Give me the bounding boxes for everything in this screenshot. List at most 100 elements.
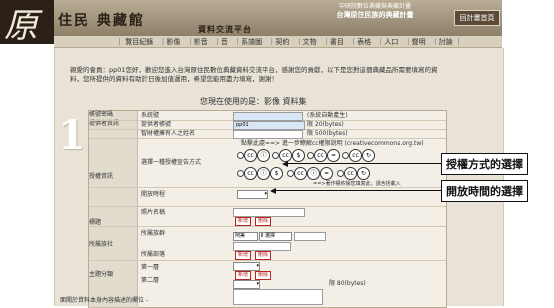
license-radio-3[interactable] (307, 152, 314, 159)
cc-attribution-icon: ⓘ (307, 167, 320, 180)
nav-item-contract[interactable]: ｜契約 (268, 38, 289, 46)
cc-noncommercial-icon: $ (292, 149, 305, 162)
cat-account-label: 帳號密碼 (89, 111, 114, 118)
add-title-button[interactable]: 新增 (235, 217, 252, 226)
site-logo[interactable]: 原 (0, 0, 54, 46)
home-button[interactable]: 回計畫首頁 (454, 10, 500, 26)
callout-open-time: 開放時間的選擇 (441, 180, 528, 202)
topic-limit-note: 限 80(bytes) (329, 280, 366, 287)
label-photo-name: 照片名稱 (141, 209, 166, 216)
label-provider-account: 提供者帳號 (141, 121, 172, 128)
delete-topic-button[interactable]: 刪除 (255, 271, 272, 280)
cc-noderivs-icon: = (320, 167, 333, 180)
row-divider (89, 226, 446, 227)
nav-item-video[interactable]: ｜影音 (187, 38, 208, 46)
label-tribe: 所屬族群 (141, 230, 166, 237)
license-radio-7[interactable] (337, 170, 344, 177)
site-name: 住民 典藏館 (58, 13, 145, 29)
open-time-select[interactable]: ▾ (237, 190, 268, 199)
cc-attribution-icon: ⓘ (257, 167, 270, 180)
delete-tribe-button[interactable]: 刪除 (255, 251, 272, 260)
cc-noncommercial-icon: $ (270, 167, 283, 180)
institution-name: 中研院數位典藏與典藏計畫 台灣原住民族的典藏計畫 (300, 3, 450, 19)
logo-character: 原 (4, 6, 38, 46)
nav-item-statement[interactable]: ｜聲明 (405, 38, 426, 46)
cc-attribution-icon: ⓘ (257, 149, 270, 162)
arrow-open-time-line (275, 190, 443, 191)
provider-account-field[interactable]: pp01 (233, 121, 305, 130)
cc-by-nc-nd-icon: cc (294, 167, 307, 180)
nav-item-table[interactable]: ｜表格 (350, 38, 371, 46)
community-select-value: Ⅱ 選擇 (261, 233, 276, 239)
cat-topic-label: 主題分類 (89, 271, 114, 278)
label-cat1: 第一層 (141, 264, 160, 271)
cc-share-alike-icon: ↻ (362, 149, 375, 162)
community-field[interactable] (233, 242, 291, 251)
tribe-select[interactable]: 阿美 (233, 232, 258, 241)
nav-item-browse-records[interactable]: ｜ 覽目紀錄 (116, 38, 153, 46)
license-note: ==>著作權依據您填寫此，請含括載入 (313, 181, 401, 187)
account-limit-note: 限 20(bytes) (307, 121, 344, 128)
label-open-time: 開放時程 (141, 191, 166, 198)
system-note: (系統自動產生) (307, 112, 348, 119)
platform-title: 資料交流平台 (198, 25, 252, 34)
system-id-field (233, 112, 303, 121)
callout-license: 授權方式的選擇 (441, 153, 528, 175)
nav-item-artifact[interactable]: ｜文物 (296, 38, 317, 46)
chevron-down-icon: ▾ (256, 263, 259, 269)
cc-by-icon: cc (244, 149, 257, 162)
cc-by-nc-icon: cc (349, 149, 362, 162)
nav-item-bibliography[interactable]: ｜書目 (323, 38, 344, 46)
tribe-select-value: 阿美 (235, 233, 246, 239)
add-topic-button[interactable]: 新增 (235, 271, 252, 280)
nav-item-audio[interactable]: ｜音 (214, 38, 228, 46)
license-radio-6[interactable] (287, 170, 294, 177)
nav-item-genealogy[interactable]: ｜系譜圖 (234, 38, 262, 46)
community-select[interactable]: Ⅱ 選擇 (259, 232, 292, 241)
label-community: 所屬部落 (141, 251, 166, 258)
cc-share-alike-icon: ↻ (357, 167, 370, 180)
cat2-select[interactable]: ▾ (233, 280, 260, 289)
cat1-select[interactable]: ▾ (233, 262, 260, 271)
current-dataset: 您現在使用的是：影像 資料集 (200, 97, 307, 106)
chevron-down-icon: ▾ (256, 281, 259, 287)
arrow-open-time (270, 188, 276, 194)
topic-text-field[interactable] (233, 289, 323, 305)
owner-name-field[interactable] (233, 130, 303, 139)
delete-title-button[interactable]: 刪除 (255, 217, 272, 226)
cc-by-nd-icon: cc (314, 149, 327, 162)
label-owner-name: 智財權擁有人之姓名 (141, 130, 196, 137)
arrow-license-line (287, 163, 443, 164)
arrow-license (282, 161, 288, 167)
cat-tribe-label: 所屬族社 (89, 241, 114, 248)
cat-provider-label: 提供者資訊 (89, 120, 120, 127)
label-license-choose: 選擇一種授權宣告方式 (141, 159, 202, 166)
footer-note: 面關於資料本身內容描述的欄位 - (60, 297, 149, 304)
cat-tribe: 所屬族社 (89, 230, 138, 261)
cat-license-label: 授權資訊 (89, 173, 114, 180)
upload-form: 帳號密碼 提供者資訊 授權資訊 標題 所屬族社 主題分類 系統號 提供者帳號 智… (88, 110, 447, 308)
institution-line-2: 台灣原住民族的典藏計畫 (336, 11, 414, 19)
nav-item-discussion[interactable]: ｜討論 ｜ (432, 38, 462, 46)
license-info-link[interactable]: 點擊此處==> 進一步瞭解cc權限說明 (creativecommons.org… (241, 140, 424, 148)
row-divider (89, 206, 446, 207)
label-cat2: 第二層 (141, 277, 160, 284)
step-number: 1 (58, 112, 86, 159)
license-radio-1[interactable] (237, 152, 244, 159)
label-system-id: 系統號 (141, 112, 160, 119)
license-radio-5[interactable] (237, 170, 244, 177)
nav-item-image[interactable]: ｜影像 (159, 38, 180, 46)
tribe-extra-field[interactable] (294, 232, 326, 241)
institution-line-1: 中研院數位典藏與典藏計畫 (338, 3, 411, 10)
intro-text: 親愛的會員：pp01您好，歡迎您進入台灣原住民數位典藏資料交流平台，感謝您的貢獻… (70, 66, 438, 83)
row-divider (89, 260, 446, 261)
add-tribe-button[interactable]: 新增 (235, 251, 252, 260)
nav-item-population[interactable]: ｜人口 (377, 38, 398, 46)
chevron-down-icon: ▾ (264, 191, 267, 197)
license-radio-4[interactable] (342, 152, 349, 159)
cc-noderivs-icon: = (327, 149, 340, 162)
cat-title-label: 標題 (89, 219, 102, 226)
cat-title: 標題 (89, 216, 138, 231)
license-radio-2[interactable] (272, 152, 279, 159)
photo-name-field[interactable] (233, 208, 305, 217)
